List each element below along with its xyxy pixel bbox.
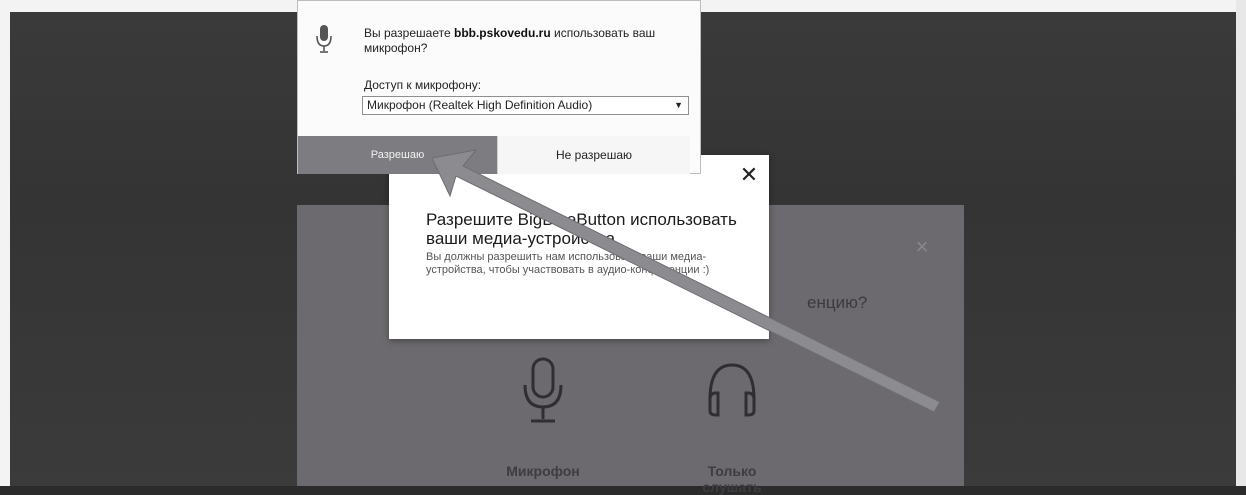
microphone-option[interactable]: Микрофон <box>488 355 598 479</box>
microphone-option-label: Микрофон <box>506 463 580 479</box>
close-icon[interactable]: ✕ <box>737 163 761 187</box>
screen-right-margin <box>1236 0 1246 486</box>
microphone-icon <box>316 23 332 55</box>
dropdown-arrow-icon[interactable]: ▼ <box>674 97 683 114</box>
selected-device: Микрофон (Realtek High Definition Audio) <box>367 98 593 112</box>
audio-modal-close-icon[interactable]: × <box>910 235 934 259</box>
question-prefix: Вы разрешаете <box>364 26 454 40</box>
deny-button[interactable]: Не разрешаю <box>497 136 690 174</box>
site-domain: bbb.pskovedu.ru <box>453 26 551 40</box>
permission-question: Вы разрешаете bbb.pskovedu.ru использова… <box>364 26 684 56</box>
headphones-icon <box>702 355 762 427</box>
permission-buttons: Разрешаю Не разрешаю <box>298 136 700 174</box>
permission-dialog-description: Вы должны разрешить нам использовать ваш… <box>426 251 710 276</box>
permission-dialog-title: Разрешите BigBlueButton использовать ваш… <box>426 210 737 248</box>
browser-mic-permission-popup: Вы разрешаете bbb.pskovedu.ru использова… <box>297 0 701 174</box>
allow-button[interactable]: Разрешаю <box>298 136 497 174</box>
microphone-device-select[interactable]: Микрофон (Realtek High Definition Audio)… <box>362 96 689 115</box>
audio-modal-question: енцию? <box>807 293 868 312</box>
mic-access-label: Доступ к микрофону: <box>364 78 482 92</box>
listen-only-option-label: Только слушать <box>702 463 762 495</box>
screen-left-margin <box>0 0 10 486</box>
listen-only-option[interactable]: Только слушать <box>677 355 787 495</box>
media-permission-dialog: ✕ Разрешите BigBlueButton использовать в… <box>389 155 769 339</box>
microphone-icon <box>513 355 573 427</box>
